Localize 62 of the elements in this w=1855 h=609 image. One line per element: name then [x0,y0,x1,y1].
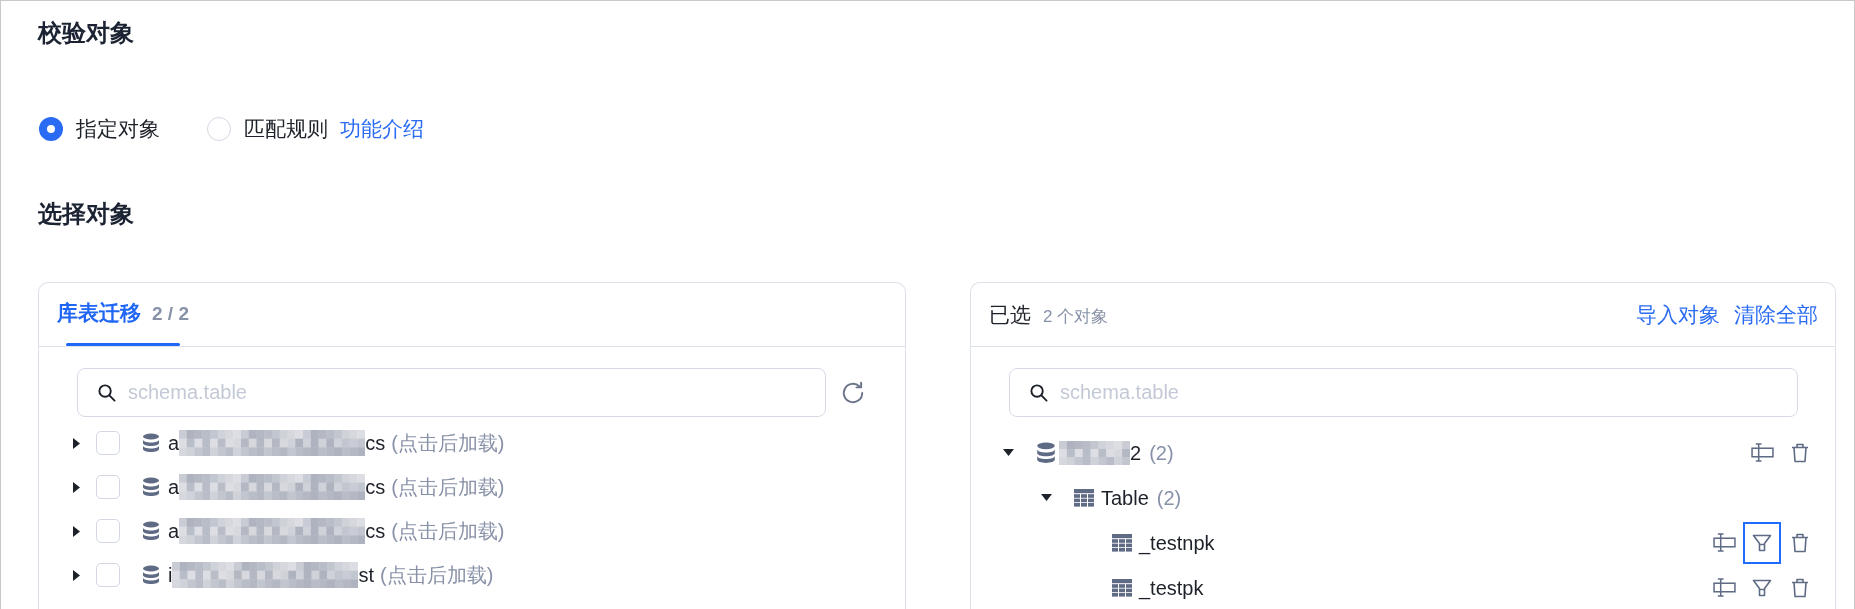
database-icon [142,477,160,497]
trash-icon [1791,577,1809,598]
load-hint: (点击后加载) [391,431,505,456]
caret-icon[interactable] [1002,449,1014,456]
name-text: a [168,519,180,544]
table-icon [1074,488,1094,507]
name-text: st [358,563,374,588]
caret-icon[interactable] [72,437,80,449]
filter-button[interactable] [1743,521,1781,564]
database-icon [142,433,160,453]
name-text: cs [365,519,386,544]
name-text: 2 [1130,440,1142,466]
name-text: a [168,431,180,456]
radio-label[interactable]: 指定对象 [76,114,160,144]
header-action-link[interactable]: 导入对象 [1636,299,1720,330]
table-icon [1112,578,1132,597]
cursor-box-icon [1750,443,1774,462]
panel-title: 已选 [989,301,1031,328]
name-text: cs [365,475,386,500]
checkbox[interactable] [96,563,120,587]
database-icon [142,521,160,541]
item-count: (2) [1156,485,1182,511]
item-count: (2) [1149,440,1174,466]
header-action-link[interactable]: 清除全部 [1734,299,1818,330]
load-hint: (点击后加载) [391,475,505,500]
search-field[interactable]: schema.table [1009,368,1798,417]
table-icon [1112,533,1132,552]
load-hint: (点击后加载) [391,519,505,544]
cursor-box-icon [1712,578,1736,597]
name-text: Table [1101,485,1149,511]
name-text: a [168,475,180,500]
checkbox[interactable] [96,475,120,499]
help-link[interactable]: 功能介绍 [340,114,424,144]
name-text: i [168,563,173,588]
trash-icon [1791,442,1809,463]
search-icon [97,383,116,402]
section-title: 选择对象 [38,199,134,229]
caret-icon[interactable] [72,525,80,537]
radio-label[interactable]: 匹配规则 [244,114,328,144]
trash-icon [1791,532,1809,553]
checkbox[interactable] [96,431,120,455]
caret-icon[interactable] [72,481,80,493]
name-text: _testpk [1139,575,1204,602]
blurred-text-block [1059,440,1130,465]
cursor-box-icon [1712,533,1736,552]
database-icon [142,565,160,585]
caret-icon[interactable] [72,569,80,581]
search-icon [1029,383,1048,402]
radio-button[interactable] [39,117,63,141]
name-text: cs [365,431,386,456]
filter-icon [1752,578,1772,597]
filter-icon [1752,533,1772,552]
refresh-icon[interactable] [840,379,866,406]
selected-count: 2 个对象 [1043,305,1109,328]
search-field[interactable]: schema.table [77,368,826,417]
load-hint: (点击后加载) [380,563,494,588]
source-tab[interactable]: 库表迁移 2 / 2 [57,283,189,346]
caret-icon[interactable] [1040,494,1052,501]
name-text: _testnpk [1139,530,1215,557]
checkbox[interactable] [96,519,120,543]
database-icon [1036,441,1056,464]
section-title: 校验对象 [38,18,134,48]
